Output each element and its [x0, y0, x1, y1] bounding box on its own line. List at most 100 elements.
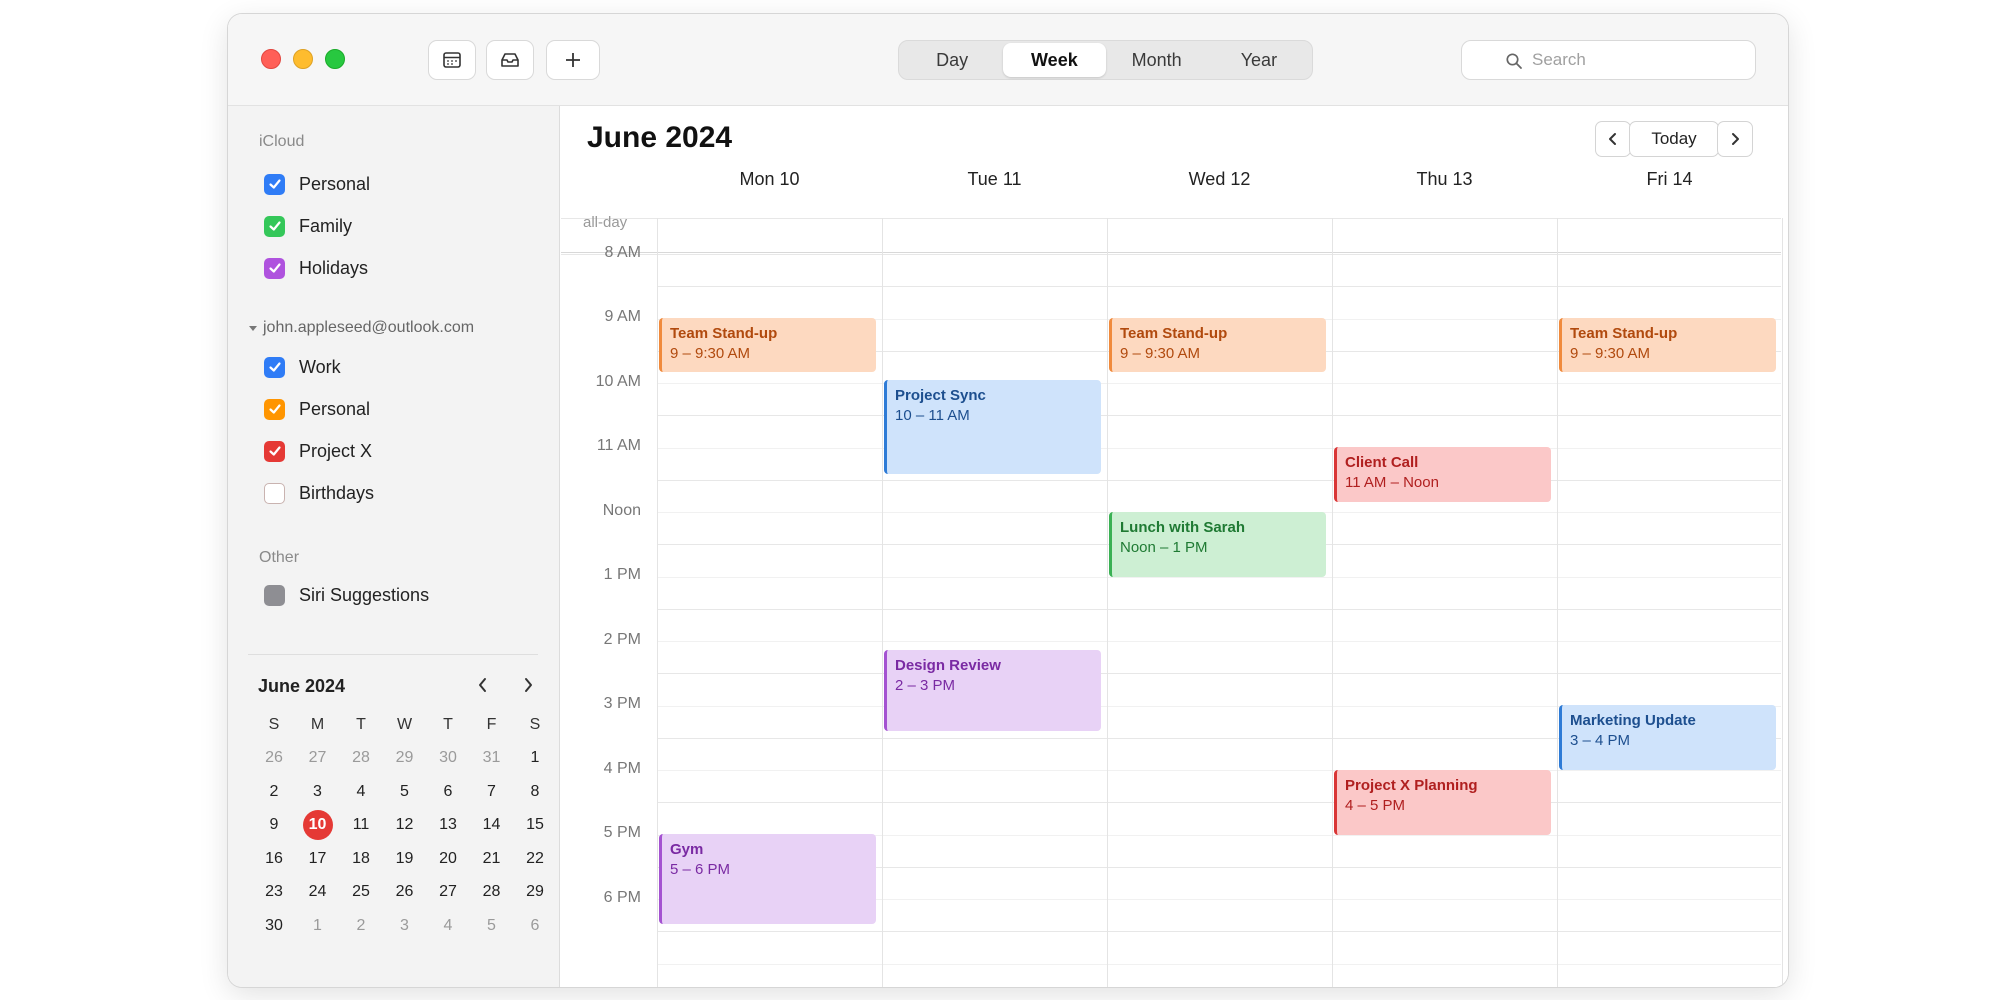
account-calendar-item[interactable]: Birthdays [264, 479, 374, 507]
mini-calendar-prev-button[interactable] [476, 676, 490, 699]
day-number: 5 [400, 782, 409, 800]
event-time: 9 – 9:30 AM [1570, 345, 1651, 362]
mini-calendar-day[interactable]: 27 [429, 877, 467, 907]
icloud-calendar-item[interactable]: Personal [264, 170, 370, 198]
calendar-event[interactable]: Project Sync 10 – 11 AM [884, 380, 1101, 474]
day-header[interactable]: Mon 10 [657, 169, 882, 197]
view-week-tab[interactable]: Week [1003, 43, 1106, 77]
calendar-event[interactable]: Lunch with Sarah Noon – 1 PM [1109, 512, 1326, 577]
mini-calendar-day[interactable]: 2 [342, 911, 380, 941]
day-header[interactable]: Wed 12 [1107, 169, 1332, 197]
other-calendar-item[interactable]: Siri Suggestions [264, 581, 429, 609]
mini-calendar-day[interactable]: 2 [255, 777, 293, 807]
mini-calendar-day[interactable]: 14 [473, 810, 511, 840]
mini-calendar-day[interactable]: 19 [386, 844, 424, 874]
day-number: 27 [308, 749, 327, 766]
mini-calendar-day[interactable]: 23 [255, 877, 293, 907]
calendar-event[interactable]: Design Review 2 – 3 PM [884, 650, 1101, 731]
mini-calendar-day[interactable]: 12 [386, 810, 424, 840]
account-calendar-item[interactable]: Work [264, 353, 341, 381]
calendar-event[interactable]: Team Stand-up 9 – 9:30 AM [659, 318, 876, 372]
checkbox[interactable] [264, 398, 285, 420]
mini-calendar-day[interactable]: 26 [255, 743, 293, 773]
mini-calendar-day[interactable]: 4 [429, 911, 467, 941]
mini-calendar-day[interactable]: 5 [386, 777, 424, 807]
mini-calendar-next-button[interactable] [521, 676, 535, 699]
minimize-window-button[interactable] [293, 49, 313, 69]
previous-week-button[interactable] [1595, 121, 1631, 157]
checkbox[interactable] [264, 173, 285, 195]
view-year-tab[interactable]: Year [1208, 43, 1310, 77]
mini-calendar-day[interactable]: 18 [342, 844, 380, 874]
next-week-button[interactable] [1717, 121, 1753, 157]
mini-calendar-day[interactable]: 17 [299, 844, 337, 874]
checkmark-icon [268, 404, 281, 414]
icloud-calendar-item[interactable]: Holidays [264, 254, 368, 282]
mini-calendar-day[interactable]: 4 [342, 777, 380, 807]
calendar-event[interactable]: Team Stand-up 9 – 9:30 AM [1109, 318, 1326, 372]
mini-calendar-day[interactable]: 24 [299, 877, 337, 907]
mini-calendar-day[interactable]: 30 [429, 743, 467, 773]
calendar-event[interactable]: Gym 5 – 6 PM [659, 834, 876, 924]
mini-calendar-day[interactable]: 8 [516, 777, 554, 807]
account-section-header[interactable]: john.appleseed@outlook.com [248, 319, 474, 337]
mini-calendar-day[interactable]: 28 [342, 743, 380, 773]
mini-calendar-day[interactable]: 25 [342, 877, 380, 907]
mini-calendar-day[interactable]: 29 [516, 877, 554, 907]
mini-calendar-day[interactable]: 7 [473, 777, 511, 807]
calendar-event[interactable]: Project X Planning 4 – 5 PM [1334, 770, 1551, 835]
checkbox[interactable] [264, 215, 285, 237]
calendar-event[interactable]: Team Stand-up 9 – 9:30 AM [1559, 318, 1776, 372]
close-window-button[interactable] [261, 49, 281, 69]
mini-calendar-day[interactable]: 28 [473, 877, 511, 907]
mini-calendar-day[interactable]: 1 [516, 743, 554, 773]
mini-calendar-day[interactable]: 1 [299, 911, 337, 941]
day-header[interactable]: Fri 14 [1557, 169, 1782, 197]
view-month-tab[interactable]: Month [1106, 43, 1208, 77]
chevron-left-icon [479, 678, 486, 692]
mini-calendar-day[interactable]: 11 [342, 810, 380, 840]
search-field[interactable]: Search [1461, 40, 1756, 80]
grid-separator [561, 254, 1781, 255]
day-column-divider [1782, 218, 1783, 987]
mini-calendar-day[interactable]: 31 [473, 743, 511, 773]
calendar-event[interactable]: Client Call 11 AM – Noon [1334, 447, 1551, 502]
mini-calendar-day[interactable]: 16 [255, 844, 293, 874]
checkbox[interactable] [264, 482, 285, 504]
calendars-toggle-button[interactable] [428, 40, 476, 80]
mini-calendar-day[interactable]: 26 [386, 877, 424, 907]
checkbox[interactable] [264, 440, 285, 462]
day-header[interactable]: Thu 13 [1332, 169, 1557, 197]
checkbox[interactable] [264, 257, 285, 279]
day-header[interactable]: Tue 11 [882, 169, 1107, 197]
view-day-tab[interactable]: Day [901, 43, 1003, 77]
mini-calendar-day[interactable]: 3 [386, 911, 424, 941]
mini-calendar-day[interactable]: 27 [299, 743, 337, 773]
account-calendar-item[interactable]: Personal [264, 395, 370, 423]
mini-calendar-day[interactable]: 15 [516, 810, 554, 840]
weekday-label: T [356, 716, 366, 733]
mini-calendar-day[interactable]: 20 [429, 844, 467, 874]
hour-label: 9 AM [604, 308, 641, 325]
checkbox[interactable] [264, 356, 285, 378]
mini-calendar-day[interactable]: 21 [473, 844, 511, 874]
checkbox[interactable] [264, 584, 285, 606]
zoom-window-button[interactable] [325, 49, 345, 69]
icloud-calendar-item[interactable]: Family [264, 212, 352, 240]
mini-calendar-day[interactable]: 30 [255, 911, 293, 941]
mini-calendar-day[interactable]: 13 [429, 810, 467, 840]
event-time: Noon – 1 PM [1120, 539, 1208, 556]
account-calendar-item[interactable]: Project X [264, 437, 372, 465]
mini-calendar-day[interactable]: 3 [299, 777, 337, 807]
mini-calendar-day[interactable]: 5 [473, 911, 511, 941]
mini-calendar-day[interactable]: 22 [516, 844, 554, 874]
calendar-event[interactable]: Marketing Update 3 – 4 PM [1559, 705, 1776, 770]
mini-calendar-day[interactable]: 29 [386, 743, 424, 773]
mini-calendar-day[interactable]: 6 [429, 777, 467, 807]
mini-calendar-day[interactable]: 6 [516, 911, 554, 941]
today-button[interactable]: Today [1629, 121, 1719, 157]
inbox-button[interactable] [486, 40, 534, 80]
mini-calendar-today[interactable]: 10 [299, 810, 337, 840]
mini-calendar-day[interactable]: 9 [255, 810, 293, 840]
add-event-button[interactable] [546, 40, 600, 80]
